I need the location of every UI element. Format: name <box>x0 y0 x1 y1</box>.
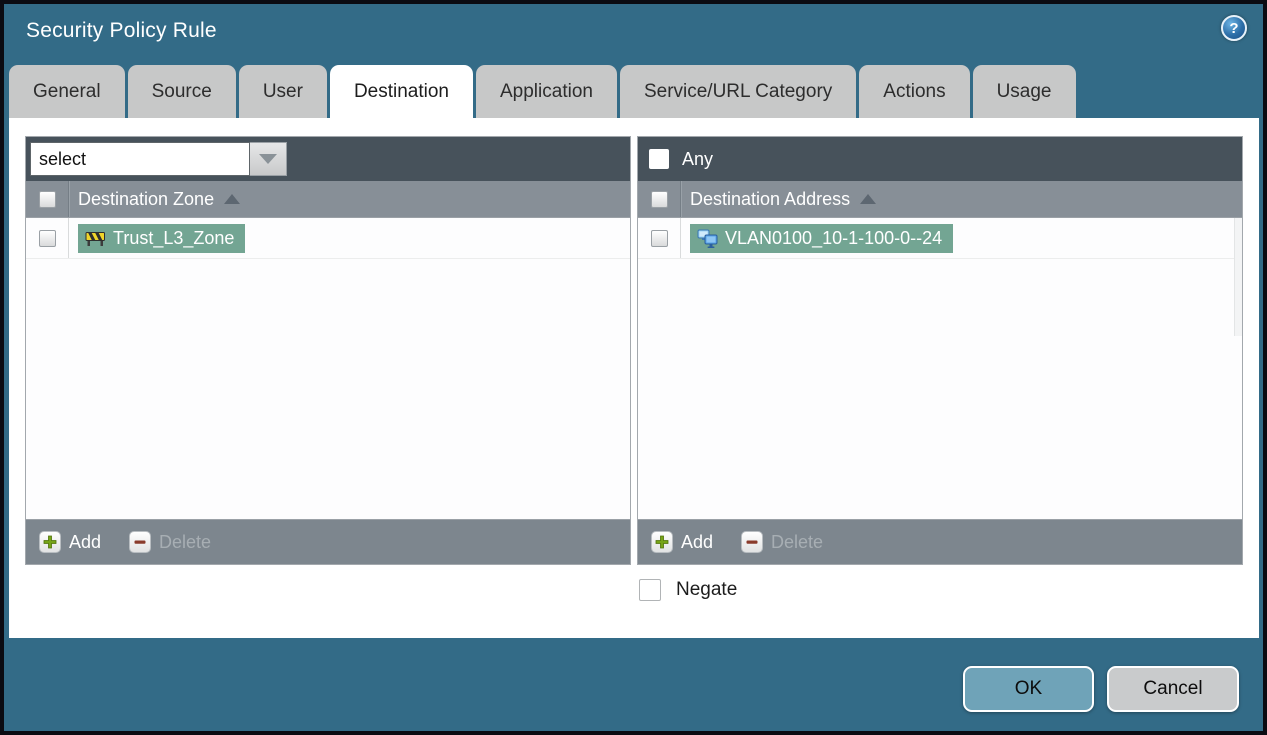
sort-ascending-icon <box>860 194 877 204</box>
delete-label: Delete <box>771 531 824 552</box>
negate-label: Negate <box>676 579 738 600</box>
address-add-button[interactable]: Add <box>651 531 713 553</box>
zone-row-checkbox-cell <box>26 218 69 258</box>
any-label: Any <box>682 148 714 169</box>
table-row[interactable]: Trust_L3_Zone <box>26 218 630 259</box>
help-icon[interactable]: ? <box>1221 15 1247 41</box>
destination-tab-content: Destination Zone <box>9 118 1259 638</box>
destination-zone-panel: Destination Zone <box>25 136 631 565</box>
zone-panel-toolbar <box>26 137 630 181</box>
address-panel-footer: Add Delete <box>638 519 1242 564</box>
zone-add-button[interactable]: Add <box>39 531 101 553</box>
address-row-checkbox[interactable] <box>650 229 668 247</box>
tab-application[interactable]: Application <box>476 65 617 118</box>
zone-barricade-icon <box>85 231 105 246</box>
address-delete-button[interactable]: Delete <box>741 531 823 553</box>
address-item-label: VLAN0100_10-1-100-0--24 <box>725 227 943 248</box>
zone-item-label: Trust_L3_Zone <box>113 227 235 248</box>
sort-ascending-icon <box>224 194 241 204</box>
dialog-title: Security Policy Rule <box>26 19 217 42</box>
negate-row: Negate <box>639 579 737 601</box>
tab-usage[interactable]: Usage <box>972 65 1076 118</box>
address-column-label: Destination Address <box>690 188 851 209</box>
zone-column-label: Destination Zone <box>78 188 215 209</box>
cancel-button[interactable]: Cancel <box>1107 666 1239 712</box>
zone-column-header[interactable]: Destination Zone <box>26 181 630 218</box>
address-select-all-cell <box>638 181 681 217</box>
tab-user[interactable]: User <box>238 65 327 118</box>
tab-bar: General Source User Destination Applicat… <box>9 65 1076 118</box>
zone-panel-footer: Add Delete <box>26 519 630 564</box>
zone-select-combobox <box>30 142 287 176</box>
any-row: Any <box>638 149 713 170</box>
vertical-scrollbar[interactable] <box>1234 218 1242 336</box>
tab-service-url-category[interactable]: Service/URL Category <box>619 65 857 118</box>
tab-general[interactable]: General <box>9 65 125 118</box>
chevron-down-icon <box>259 154 277 164</box>
address-column-header[interactable]: Destination Address <box>638 181 1242 218</box>
negate-checkbox[interactable] <box>639 579 661 601</box>
minus-icon <box>741 531 764 553</box>
ok-button[interactable]: OK <box>963 666 1094 712</box>
zone-list: Trust_L3_Zone <box>26 218 630 519</box>
tab-actions[interactable]: Actions <box>859 65 970 118</box>
address-panel-toolbar: Any <box>638 137 1242 181</box>
address-row-checkbox-cell <box>638 218 681 258</box>
address-select-all-checkbox[interactable] <box>650 190 668 208</box>
plus-icon <box>651 531 673 553</box>
add-label: Add <box>69 531 102 552</box>
destination-address-panel: Any Destination Address VLAN0100_10-1-10… <box>637 136 1243 565</box>
tab-source[interactable]: Source <box>127 65 236 118</box>
add-label: Add <box>681 531 714 552</box>
address-item[interactable]: VLAN0100_10-1-100-0--24 <box>690 223 954 253</box>
any-checkbox[interactable] <box>649 149 669 169</box>
zone-select-all-cell <box>26 181 69 217</box>
security-policy-rule-dialog: Security Policy Rule ? General Source Us… <box>0 0 1267 735</box>
zone-item[interactable]: Trust_L3_Zone <box>78 223 246 253</box>
zone-select-dropdown-button[interactable] <box>250 142 287 176</box>
zone-row-checkbox[interactable] <box>38 229 56 247</box>
minus-icon <box>129 531 152 553</box>
zone-delete-button[interactable]: Delete <box>129 531 211 553</box>
table-row[interactable]: VLAN0100_10-1-100-0--24 <box>638 218 1242 259</box>
zone-select-input[interactable] <box>30 142 250 176</box>
delete-label: Delete <box>159 531 212 552</box>
address-list: VLAN0100_10-1-100-0--24 <box>638 218 1242 519</box>
plus-icon <box>39 531 61 553</box>
tab-destination[interactable]: Destination <box>329 65 473 118</box>
network-computers-icon <box>697 229 718 248</box>
zone-select-all-checkbox[interactable] <box>38 190 56 208</box>
